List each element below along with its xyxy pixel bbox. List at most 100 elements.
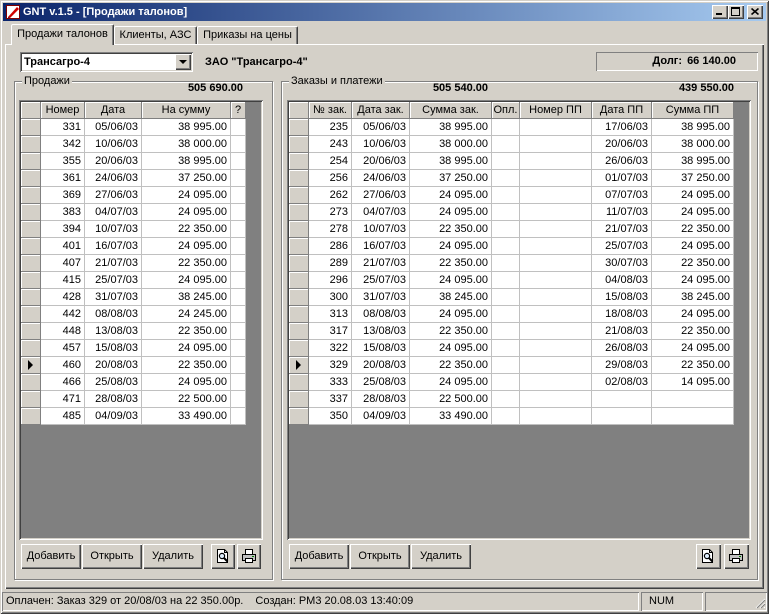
row-indicator[interactable] [21, 170, 41, 187]
cell-date[interactable]: 20/06/03 [85, 153, 142, 170]
cell-order-no[interactable]: 254 [309, 153, 352, 170]
cell-amount[interactable]: 24 095.00 [142, 272, 231, 289]
cell-amount[interactable]: 24 095.00 [142, 340, 231, 357]
row-indicator[interactable] [289, 289, 309, 306]
cell-flag[interactable] [231, 204, 246, 221]
cell-flag[interactable] [231, 374, 246, 391]
cell-number[interactable]: 355 [41, 153, 85, 170]
cell-paid[interactable] [492, 221, 520, 238]
table-row[interactable]: 300 31/07/03 38 245.00 15/08/03 38 245.00 [289, 289, 749, 306]
cell-paid[interactable] [492, 255, 520, 272]
orders-open-button[interactable]: Открыть [350, 544, 410, 569]
cell-flag[interactable] [231, 306, 246, 323]
table-row[interactable]: 394 10/07/03 22 350.00 [21, 221, 261, 238]
orders-grid[interactable]: № зак. Дата зак. Сумма зак. Опл. Номер П… [287, 100, 751, 540]
cell-pp-no[interactable] [520, 187, 592, 204]
cell-flag[interactable] [231, 255, 246, 272]
cell-date[interactable]: 04/07/03 [85, 204, 142, 221]
orders-add-button[interactable]: Добавить [289, 544, 349, 569]
orders-preview-button[interactable] [696, 544, 721, 569]
cell-paid[interactable] [492, 289, 520, 306]
table-row[interactable]: 383 04/07/03 24 095.00 [21, 204, 261, 221]
cell-order-date[interactable]: 04/09/03 [352, 408, 410, 425]
cell-order-sum[interactable]: 22 350.00 [410, 323, 492, 340]
table-row[interactable]: 313 08/08/03 24 095.00 18/08/03 24 095.00 [289, 306, 749, 323]
cell-paid[interactable] [492, 170, 520, 187]
cell-order-date[interactable]: 04/07/03 [352, 204, 410, 221]
row-indicator[interactable] [289, 221, 309, 238]
cell-pp-no[interactable] [520, 374, 592, 391]
size-grip-icon[interactable] [754, 597, 766, 609]
cell-order-no[interactable]: 273 [309, 204, 352, 221]
row-indicator[interactable] [21, 272, 41, 289]
cell-number[interactable]: 485 [41, 408, 85, 425]
table-row[interactable]: 369 27/06/03 24 095.00 [21, 187, 261, 204]
cell-pp-sum[interactable]: 24 095.00 [652, 204, 734, 221]
cell-pp-date[interactable]: 15/08/03 [592, 289, 652, 306]
row-indicator[interactable] [289, 340, 309, 357]
cell-date[interactable]: 31/07/03 [85, 289, 142, 306]
cell-pp-date[interactable]: 26/06/03 [592, 153, 652, 170]
cell-pp-date[interactable]: 26/08/03 [592, 340, 652, 357]
title-bar[interactable]: GNT v.1.5 - [Продажи талонов] [3, 3, 766, 21]
cell-paid[interactable] [492, 272, 520, 289]
cell-amount[interactable]: 38 000.00 [142, 136, 231, 153]
row-indicator[interactable] [289, 357, 309, 374]
table-row[interactable]: 333 25/08/03 24 095.00 02/08/03 14 095.00 [289, 374, 749, 391]
cell-date[interactable]: 21/07/03 [85, 255, 142, 272]
cell-order-no[interactable]: 350 [309, 408, 352, 425]
column-header-paid[interactable]: Опл. [492, 102, 520, 119]
cell-amount[interactable]: 24 095.00 [142, 204, 231, 221]
cell-order-sum[interactable]: 22 500.00 [410, 391, 492, 408]
table-row[interactable]: 273 04/07/03 24 095.00 11/07/03 24 095.00 [289, 204, 749, 221]
row-indicator[interactable] [289, 391, 309, 408]
cell-pp-no[interactable] [520, 306, 592, 323]
cell-pp-sum[interactable]: 38 000.00 [652, 136, 734, 153]
cell-flag[interactable] [231, 119, 246, 136]
client-dropdown-button[interactable] [175, 54, 191, 70]
cell-pp-date[interactable]: 07/07/03 [592, 187, 652, 204]
cell-order-sum[interactable]: 24 095.00 [410, 306, 492, 323]
cell-pp-no[interactable] [520, 153, 592, 170]
cell-order-no[interactable]: 235 [309, 119, 352, 136]
cell-date[interactable]: 05/06/03 [85, 119, 142, 136]
table-row[interactable]: 415 25/07/03 24 095.00 [21, 272, 261, 289]
table-row[interactable]: 457 15/08/03 24 095.00 [21, 340, 261, 357]
table-row[interactable]: 448 13/08/03 22 350.00 [21, 323, 261, 340]
cell-order-no[interactable]: 286 [309, 238, 352, 255]
row-indicator[interactable] [289, 187, 309, 204]
cell-pp-sum[interactable]: 38 995.00 [652, 119, 734, 136]
table-row[interactable]: 256 24/06/03 37 250.00 01/07/03 37 250.00 [289, 170, 749, 187]
table-row[interactable]: 243 10/06/03 38 000.00 20/06/03 38 000.00 [289, 136, 749, 153]
cell-order-no[interactable]: 262 [309, 187, 352, 204]
row-indicator[interactable] [21, 119, 41, 136]
cell-pp-date[interactable] [592, 408, 652, 425]
cell-order-no[interactable]: 313 [309, 306, 352, 323]
cell-paid[interactable] [492, 306, 520, 323]
cell-number[interactable]: 394 [41, 221, 85, 238]
cell-pp-sum[interactable]: 37 250.00 [652, 170, 734, 187]
cell-order-date[interactable]: 13/08/03 [352, 323, 410, 340]
column-header-order-no[interactable]: № зак. [309, 102, 352, 119]
cell-paid[interactable] [492, 408, 520, 425]
cell-order-sum[interactable]: 38 995.00 [410, 153, 492, 170]
tab-clients[interactable]: Клиенты, АЗС [114, 26, 197, 44]
orders-delete-button[interactable]: Удалить [411, 544, 471, 569]
column-header-pp-date[interactable]: Дата ПП [592, 102, 652, 119]
table-row[interactable]: 401 16/07/03 24 095.00 [21, 238, 261, 255]
cell-number[interactable]: 448 [41, 323, 85, 340]
cell-date[interactable]: 24/06/03 [85, 170, 142, 187]
cell-amount[interactable]: 24 095.00 [142, 187, 231, 204]
cell-amount[interactable]: 38 995.00 [142, 119, 231, 136]
cell-order-no[interactable]: 278 [309, 221, 352, 238]
table-row[interactable]: 337 28/08/03 22 500.00 [289, 391, 749, 408]
cell-pp-sum[interactable]: 24 095.00 [652, 272, 734, 289]
cell-amount[interactable]: 22 350.00 [142, 221, 231, 238]
row-indicator[interactable] [21, 187, 41, 204]
cell-date[interactable]: 08/08/03 [85, 306, 142, 323]
cell-paid[interactable] [492, 340, 520, 357]
table-row[interactable]: 361 24/06/03 37 250.00 [21, 170, 261, 187]
cell-pp-no[interactable] [520, 289, 592, 306]
cell-order-sum[interactable]: 33 490.00 [410, 408, 492, 425]
cell-order-sum[interactable]: 24 095.00 [410, 238, 492, 255]
